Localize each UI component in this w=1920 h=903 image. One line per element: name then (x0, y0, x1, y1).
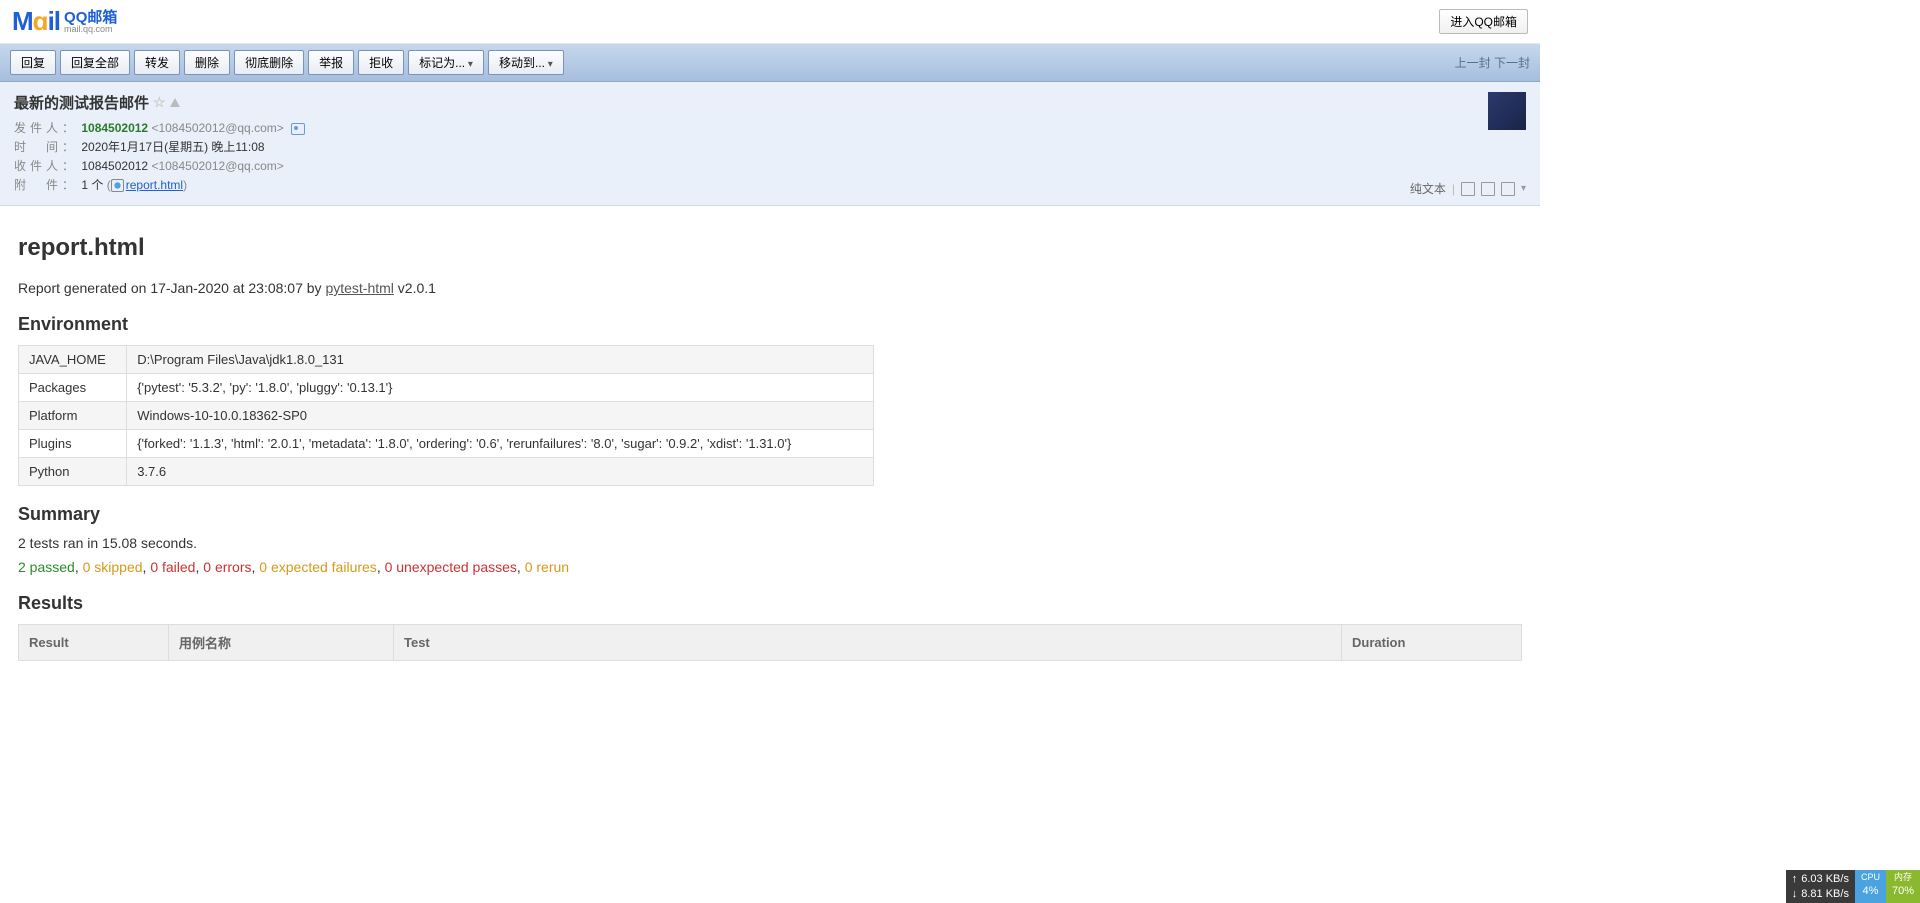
unexpected-passes-count[interactable]: 0 unexpected passes (385, 559, 517, 575)
collapse-icon[interactable] (170, 98, 180, 107)
html-file-icon (111, 179, 124, 192)
mail-subject: 最新的测试报告邮件 ☆ (14, 92, 1526, 113)
export-icon[interactable] (1481, 182, 1495, 196)
environment-heading: Environment (18, 314, 1522, 335)
upload-icon: ↑ (1792, 872, 1798, 886)
col-duration[interactable]: Duration (1342, 625, 1522, 661)
time-row: 时 间： 2020年1月17日(星期五) 晚上11:08 (14, 138, 1526, 155)
expected-failures-count[interactable]: 0 expected failures (259, 559, 377, 575)
environment-table: JAVA_HOMED:\Program Files\Java\jdk1.8.0_… (18, 345, 874, 486)
table-row: Python3.7.6 (19, 458, 874, 486)
delete-permanent-button[interactable]: 彻底删除 (234, 50, 304, 75)
mail-meta: 最新的测试报告邮件 ☆ 发件人： 1084502012 <1084502012@… (0, 82, 1540, 206)
move-to-dropdown[interactable]: 移动到... (488, 50, 564, 75)
network-stats: ↑6.03 KB/s ↓8.81 KB/s (1786, 870, 1855, 903)
col-test[interactable]: Test (394, 625, 1342, 661)
table-row: JAVA_HOMED:\Program Files\Java\jdk1.8.0_… (19, 346, 874, 374)
report-title: report.html (18, 234, 1522, 262)
table-row: PlatformWindows-10-10.0.18362-SP0 (19, 402, 874, 430)
perf-monitor: ↑6.03 KB/s ↓8.81 KB/s CPU4% 内存70% (1786, 870, 1920, 903)
avatar[interactable] (1488, 92, 1526, 130)
to-row: 收件人： 1084502012 <1084502012@qq.com> (14, 157, 1526, 174)
table-row: Plugins{'forked': '1.1.3', 'html': '2.0.… (19, 430, 874, 458)
memory-stats: 内存70% (1886, 870, 1920, 903)
logo[interactable]: Mɑil QQ邮箱 mail.qq.com (12, 6, 117, 37)
from-row: 发件人： 1084502012 <1084502012@qq.com> (14, 119, 1526, 136)
outcome-line: 2 passed, 0 skipped, 0 failed, 0 errors,… (18, 559, 1522, 575)
mark-as-dropdown[interactable]: 标记为... (408, 50, 484, 75)
print-icon[interactable] (1501, 182, 1515, 196)
report-spam-button[interactable]: 举报 (308, 50, 354, 75)
forward-button[interactable]: 转发 (134, 50, 180, 75)
col-case-name[interactable]: 用例名称 (169, 625, 394, 661)
attachment-link[interactable]: report.html (126, 178, 183, 192)
reply-all-button[interactable]: 回复全部 (60, 50, 130, 75)
cpu-stats: CPU4% (1855, 870, 1886, 903)
mail-body: report.html Report generated on 17-Jan-2… (0, 206, 1540, 679)
new-window-icon[interactable] (1461, 182, 1475, 196)
results-table: Result 用例名称 Test Duration (18, 624, 1522, 661)
contact-card-icon[interactable] (291, 123, 305, 135)
results-heading: Results (18, 593, 1522, 614)
mail-toolbar: 回复 回复全部 转发 删除 彻底删除 举报 拒收 标记为... 移动到... 上… (0, 44, 1540, 82)
errors-count[interactable]: 0 errors (203, 559, 251, 575)
recipient-name[interactable]: 1084502012 (81, 159, 148, 173)
app-header: Mɑil QQ邮箱 mail.qq.com 进入QQ邮箱 (0, 0, 1540, 44)
reply-button[interactable]: 回复 (10, 50, 56, 75)
summary-line: 2 tests ran in 15.08 seconds. (18, 535, 1522, 551)
next-mail-link[interactable]: 下一封 (1494, 56, 1530, 70)
col-result[interactable]: Result (19, 625, 169, 661)
logo-mark: Mɑil (12, 6, 60, 37)
report-generated-line: Report generated on 17-Jan-2020 at 23:08… (18, 280, 1522, 296)
prev-mail-link[interactable]: 上一封 (1455, 56, 1491, 70)
passed-count[interactable]: 2 passed (18, 559, 75, 575)
download-icon: ↓ (1792, 887, 1798, 901)
sender-name[interactable]: 1084502012 (81, 121, 148, 135)
delete-button[interactable]: 删除 (184, 50, 230, 75)
more-actions-icon[interactable]: ▾ (1521, 183, 1526, 194)
table-row: Packages{'pytest': '5.3.2', 'py': '1.8.0… (19, 374, 874, 402)
attachment-row: 附 件： 1 个 (report.html) (14, 176, 1526, 193)
summary-heading: Summary (18, 504, 1522, 525)
pytest-html-link[interactable]: pytest-html (325, 280, 393, 296)
rerun-count[interactable]: 0 rerun (525, 559, 569, 575)
skipped-count[interactable]: 0 skipped (83, 559, 143, 575)
enter-qq-mail-button[interactable]: 进入QQ邮箱 (1439, 9, 1528, 34)
reject-button[interactable]: 拒收 (358, 50, 404, 75)
logo-text: QQ邮箱 mail.qq.com (64, 10, 117, 34)
star-icon[interactable]: ☆ (153, 94, 166, 111)
plaintext-toggle[interactable]: 纯文本 (1410, 180, 1446, 197)
meta-actions: 纯文本 | ▾ (1410, 180, 1526, 197)
failed-count[interactable]: 0 failed (150, 559, 195, 575)
